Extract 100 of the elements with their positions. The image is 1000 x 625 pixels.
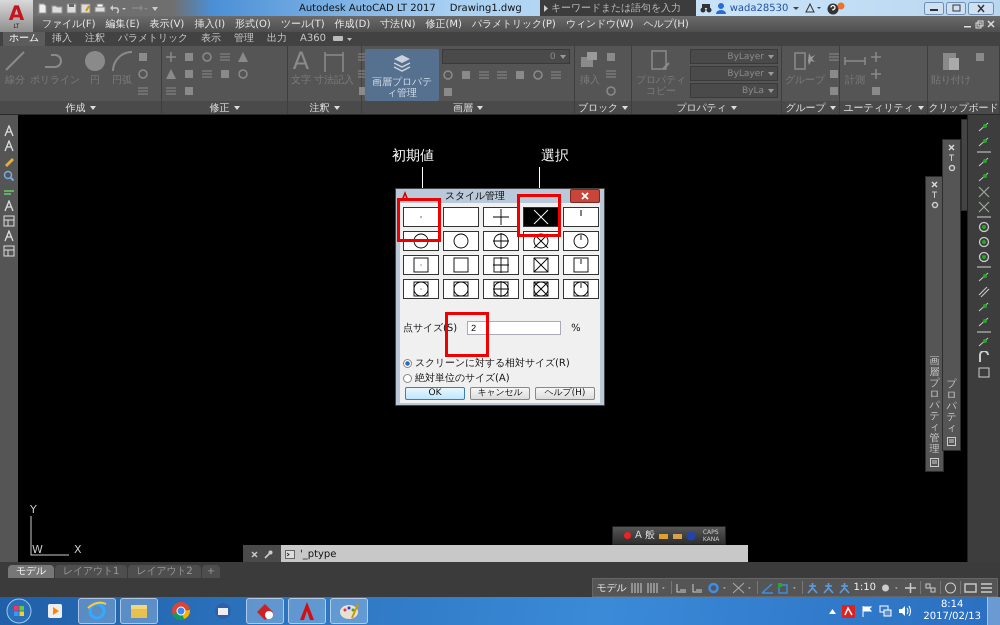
- undo-icon[interactable]: [109, 2, 127, 14]
- ortho-icon[interactable]: [690, 582, 704, 594]
- menu-item[interactable]: 挿入(I): [189, 17, 230, 31]
- table-tool-icon[interactable]: [3, 245, 15, 257]
- close-icon[interactable]: [251, 550, 258, 558]
- save-as-icon[interactable]: [80, 2, 91, 14]
- small-tool-icon[interactable]: [828, 85, 840, 97]
- palette-window[interactable]: プロパティ: [942, 139, 961, 451]
- line-node-icon[interactable]: [978, 121, 990, 133]
- wrench-icon[interactable]: [264, 550, 273, 558]
- open-folder-icon[interactable]: [51, 2, 63, 14]
- gear-icon[interactable]: [948, 164, 956, 172]
- layout-tab[interactable]: レイアウト1: [55, 565, 128, 578]
- point-style-option[interactable]: [443, 279, 479, 299]
- panel-title[interactable]: 画層: [453, 100, 473, 114]
- point-style-option[interactable]: [443, 255, 479, 275]
- toolbox-icon[interactable]: [658, 531, 669, 540]
- caret-icon[interactable]: [830, 106, 836, 110]
- text-tool-icon[interactable]: [3, 230, 15, 242]
- point-style-option[interactable]: [523, 207, 559, 227]
- pin-icon[interactable]: [948, 154, 955, 161]
- dialog-button[interactable]: キャンセル: [470, 387, 530, 400]
- layout-tab[interactable]: モデル: [8, 565, 54, 578]
- line-node-icon[interactable]: [978, 171, 990, 183]
- person-icon[interactable]: [806, 582, 819, 594]
- menu-item[interactable]: 修正(M): [420, 17, 467, 31]
- taskbar-app-button[interactable]: [246, 598, 284, 624]
- menu-item[interactable]: ウィンドウ(W): [560, 17, 639, 31]
- panel-toggle-icon[interactable]: [332, 35, 353, 43]
- point-style-option[interactable]: [483, 207, 519, 227]
- taskbar-app-button[interactable]: [120, 598, 158, 624]
- gear-icon[interactable]: [879, 582, 892, 594]
- taskbar-app-button[interactable]: [330, 598, 368, 624]
- add-layout-tab[interactable]: +: [202, 565, 220, 578]
- grid-icon[interactable]: [630, 582, 643, 594]
- small-tool-icon[interactable]: [828, 68, 840, 80]
- ring-tool-icon[interactable]: [978, 221, 990, 233]
- clock-time[interactable]: 8:14: [940, 599, 964, 611]
- menu-icon[interactable]: [980, 582, 993, 594]
- ribbon-tool-button[interactable]: 画層プロパティ管理: [365, 49, 439, 101]
- line-node-icon[interactable]: [978, 156, 990, 168]
- text-tool-icon[interactable]: [3, 140, 15, 152]
- menu-item[interactable]: 形式(O): [230, 17, 276, 31]
- caret-icon[interactable]: [234, 106, 240, 110]
- menu-item[interactable]: 編集(E): [100, 17, 145, 31]
- caret-icon[interactable]: [90, 106, 96, 110]
- osnap-icon[interactable]: [732, 582, 745, 594]
- ring-tool-icon[interactable]: [978, 251, 990, 263]
- close-button[interactable]: [570, 189, 600, 203]
- ribbon-tab[interactable]: 管理: [228, 32, 260, 46]
- palette-window[interactable]: 画層プロパティ管理: [925, 176, 944, 472]
- point-style-option[interactable]: [403, 207, 439, 227]
- ribbon-tab[interactable]: 挿入: [46, 32, 78, 46]
- point-size-field[interactable]: 2: [467, 321, 562, 335]
- palette-icon[interactable]: [947, 437, 956, 446]
- point-style-option[interactable]: [523, 279, 559, 299]
- toolbox-icon[interactable]: [672, 531, 683, 540]
- ribbon-tab[interactable]: 出力: [261, 32, 293, 46]
- ribbon-tab[interactable]: 表示: [195, 32, 227, 46]
- magnet-icon[interactable]: [978, 351, 990, 363]
- snap-icon[interactable]: [674, 582, 688, 594]
- pen-tool-icon[interactable]: [3, 155, 15, 167]
- restore-icon[interactable]: [946, 2, 966, 14]
- caret-icon[interactable]: [792, 4, 800, 12]
- menu-item[interactable]: パラメトリック(P): [466, 17, 561, 31]
- point-style-option[interactable]: [563, 255, 599, 275]
- user-name[interactable]: wada28530: [730, 2, 788, 14]
- point-style-option[interactable]: [483, 255, 519, 275]
- point-style-option[interactable]: [443, 207, 479, 227]
- menu-item[interactable]: ヘルプ(H): [638, 17, 694, 31]
- ribbon-tab[interactable]: 注釈: [79, 32, 111, 46]
- minimize-icon[interactable]: [924, 2, 944, 14]
- binoculars-icon[interactable]: [700, 2, 712, 14]
- point-style-option[interactable]: [443, 231, 479, 251]
- person-icon[interactable]: [838, 582, 851, 594]
- dialog-button[interactable]: OK: [405, 387, 465, 400]
- cross-tool-icon[interactable]: [978, 186, 990, 198]
- ribbon-tab[interactable]: パラメトリック: [112, 32, 194, 46]
- menu-item[interactable]: 寸法(N): [375, 17, 421, 31]
- parallel-lines-icon[interactable]: [978, 286, 990, 298]
- radio-option[interactable]: 絶対単位のサイズ(A): [403, 371, 597, 385]
- panel-title[interactable]: クリップボード: [928, 100, 998, 114]
- speaker-icon[interactable]: [898, 605, 912, 617]
- palette-icon[interactable]: [930, 458, 939, 467]
- line-node-icon[interactable]: [978, 301, 990, 313]
- caret-icon[interactable]: [477, 106, 483, 110]
- save-icon[interactable]: [66, 2, 77, 14]
- point-style-option[interactable]: [403, 279, 439, 299]
- annotation-scale[interactable]: 1:10: [854, 582, 876, 593]
- print-icon[interactable]: [94, 2, 106, 14]
- menu-item[interactable]: ツール(T): [276, 17, 330, 31]
- menu-item[interactable]: 表示(V): [144, 17, 190, 31]
- point-style-option[interactable]: [483, 231, 519, 251]
- frame-icon[interactable]: [978, 366, 990, 378]
- menu-item[interactable]: 作成(D): [330, 17, 376, 31]
- antivirus-icon[interactable]: [842, 604, 856, 618]
- layout-tab[interactable]: レイアウト2: [128, 565, 201, 578]
- network-icon[interactable]: [879, 605, 892, 617]
- line-node-icon[interactable]: [978, 136, 990, 148]
- radio-option[interactable]: スクリーンに対する相対サイズ(R): [403, 356, 597, 370]
